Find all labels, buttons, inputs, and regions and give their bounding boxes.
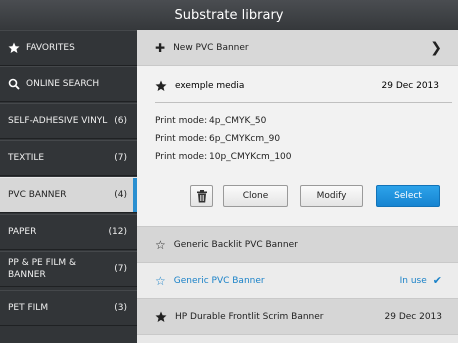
select-button[interactable]: Select xyxy=(376,185,440,207)
favorite-star-icon[interactable] xyxy=(155,80,167,92)
search-icon xyxy=(8,78,20,90)
print-mode-value: 6p_CMYKcm_90 xyxy=(209,134,281,144)
delete-button[interactable] xyxy=(190,185,213,207)
favorite-star-outline-icon[interactable]: ☆ xyxy=(155,238,166,252)
window-title: Substrate library xyxy=(0,0,458,31)
substrate-row[interactable]: HP Durable Frontlit Scrim Banner 29 Dec … xyxy=(137,299,458,335)
sidebar-item-label: PP & PE FILM & BANNER xyxy=(8,258,77,280)
print-mode-value: 10p_CMYKcm_100 xyxy=(209,152,292,162)
favorite-star-icon[interactable] xyxy=(155,311,167,323)
print-mode-row: Print mode: 10p_CMYKcm_100 xyxy=(155,152,292,162)
print-mode-row: Print mode: 6p_CMYKcm_90 xyxy=(155,134,280,144)
checkmark-icon: ✔ xyxy=(432,274,442,287)
chevron-right-icon: ❯ xyxy=(430,39,442,56)
sidebar-item-self-adhesive-vinyl[interactable]: SELF-ADHESIVE VINYL (6) xyxy=(0,103,137,139)
sidebar-item-label: PVC BANNER xyxy=(8,190,67,200)
plus-icon: ✚ xyxy=(155,40,166,55)
sidebar-item-count: (4) xyxy=(114,190,127,200)
substrate-row[interactable]: ☆ Generic Backlit PVC Banner xyxy=(137,227,458,263)
substrate-name: Generic Backlit PVC Banner xyxy=(173,239,298,250)
print-mode-label: Print mode: xyxy=(155,116,208,126)
substrate-date: 29 Dec 2013 xyxy=(381,81,440,91)
sidebar-item-label: PAPER xyxy=(8,227,37,237)
sidebar-item-count: (6) xyxy=(114,116,127,126)
divider xyxy=(155,102,452,103)
substrate-name: Generic PVC Banner xyxy=(173,275,265,286)
selected-substrate-panel: exemple media 29 Dec 2013 Print mode: 4p… xyxy=(137,66,458,227)
sidebar-item-paper[interactable]: PAPER (12) xyxy=(0,214,137,250)
print-mode-label: Print mode: xyxy=(155,152,208,162)
print-mode-value: 4p_CMYK_50 xyxy=(209,116,267,126)
sidebar-item-label: PET FILM xyxy=(8,303,49,313)
sidebar-item-favorites[interactable]: FAVORITES xyxy=(0,30,137,66)
new-substrate-label: New PVC Banner xyxy=(173,42,249,53)
category-sidebar: FAVORITES ONLINE SEARCH SELF-ADHESIVE VI… xyxy=(0,30,137,343)
selected-substrate-header[interactable]: exemple media 29 Dec 2013 xyxy=(155,76,455,96)
substrate-row[interactable]: ☆ Generic PVC Banner In use ✔ xyxy=(137,263,458,299)
sidebar-item-label: TEXTILE xyxy=(8,153,45,163)
new-substrate-row[interactable]: ✚ New PVC Banner ❯ xyxy=(137,30,458,66)
sidebar-item-count: (7) xyxy=(114,153,127,163)
star-icon xyxy=(8,42,20,53)
sidebar-item-pp-pe-film[interactable]: PP & PE FILM & BANNER (7) xyxy=(0,251,137,287)
sidebar-item-online-search[interactable]: ONLINE SEARCH xyxy=(0,66,137,102)
sidebar-item-count: (3) xyxy=(114,303,127,313)
sidebar-item-label: SELF-ADHESIVE VINYL xyxy=(8,116,108,126)
print-mode-label: Print mode: xyxy=(155,134,208,144)
clone-button[interactable]: Clone xyxy=(223,185,288,207)
substrate-list: ✚ New PVC Banner ❯ exemple media 29 Dec … xyxy=(137,30,458,343)
sidebar-item-label: FAVORITES xyxy=(26,43,75,53)
modify-button[interactable]: Modify xyxy=(300,185,363,207)
sidebar-item-pet-film[interactable]: PET FILM (3) xyxy=(0,290,137,326)
sidebar-item-label: ONLINE SEARCH xyxy=(26,79,100,89)
favorite-star-outline-icon[interactable]: ☆ xyxy=(155,274,166,288)
print-mode-row: Print mode: 4p_CMYK_50 xyxy=(155,116,266,126)
substrate-date: 29 Dec 2013 xyxy=(384,311,443,322)
trash-icon xyxy=(196,189,207,202)
sidebar-item-count: (12) xyxy=(108,227,127,237)
substrate-name: HP Durable Frontlit Scrim Banner xyxy=(175,311,324,322)
sidebar-item-textile[interactable]: TEXTILE (7) xyxy=(0,140,137,176)
in-use-status: In use xyxy=(399,275,427,286)
sidebar-item-count: (7) xyxy=(114,264,127,274)
substrate-name: exemple media xyxy=(175,81,245,91)
sidebar-item-pvc-banner[interactable]: PVC BANNER (4) xyxy=(0,177,137,213)
